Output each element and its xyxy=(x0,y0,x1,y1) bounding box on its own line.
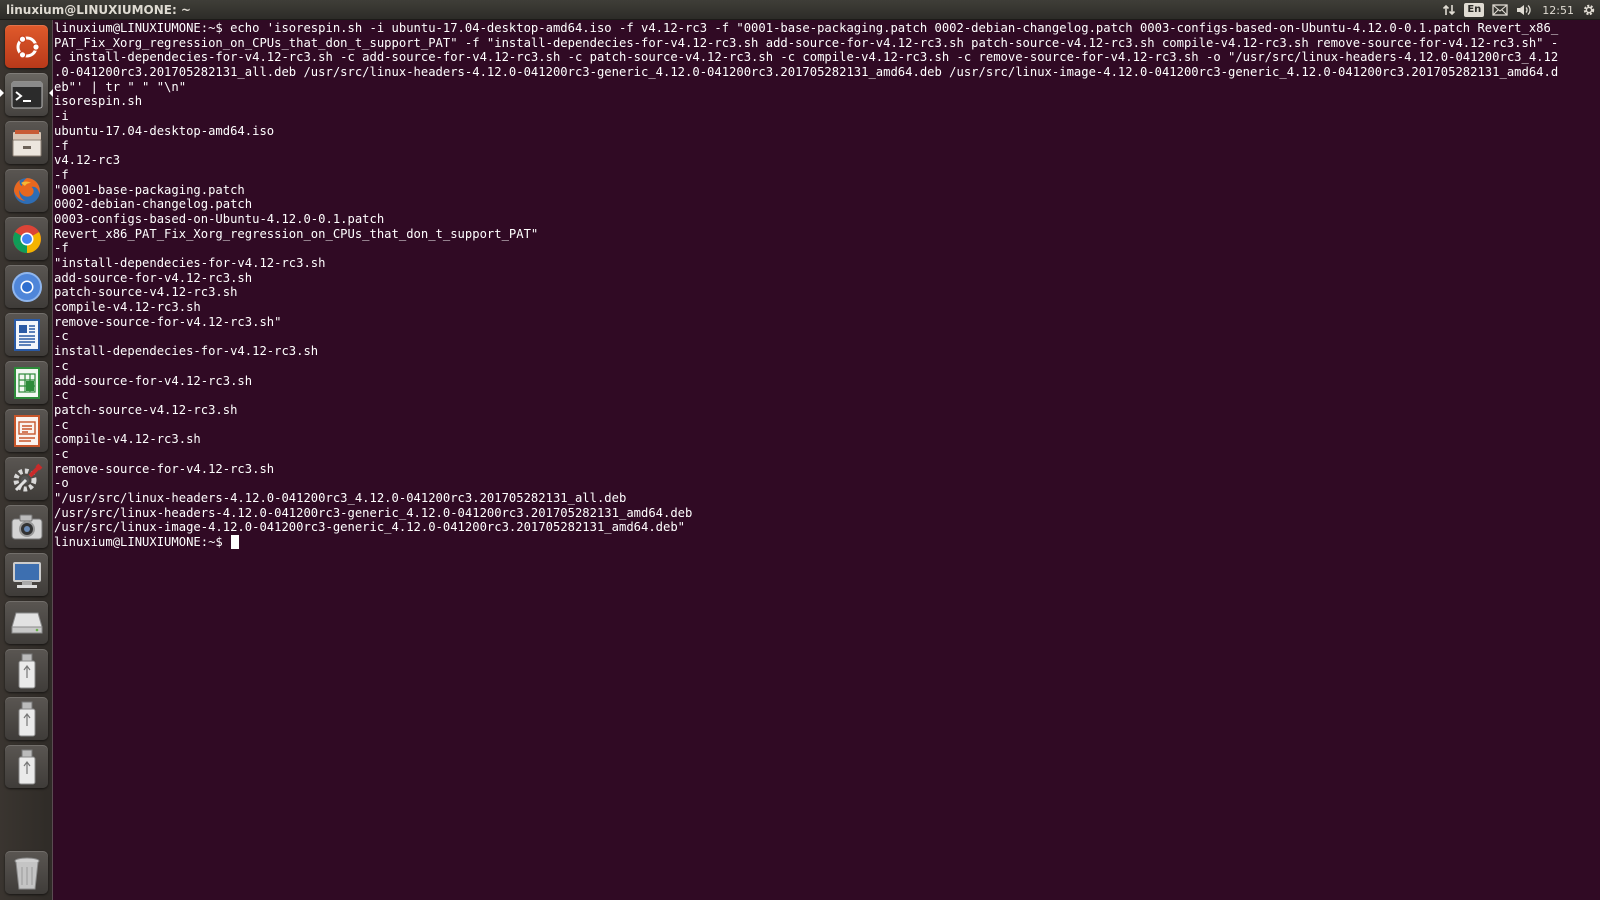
window-title: linuxium@LINUXIUMONE: ~ xyxy=(6,3,191,17)
terminal-output: linuxium@LINUXIUMONE:~$ echo 'isorespin.… xyxy=(54,21,1600,535)
terminal-line: PAT_Fix_Xorg_regression_on_CPUs_that_don… xyxy=(54,35,1559,50)
terminal-line: isorespin.sh xyxy=(54,94,143,109)
terminal-line: add-source-for-v4.12-rc3.sh xyxy=(54,270,253,285)
terminal-line: -c xyxy=(54,446,69,461)
files-launcher-button[interactable] xyxy=(5,121,48,164)
terminal-line: ubuntu-17.04-desktop-amd64.iso xyxy=(54,123,275,138)
volume-icon[interactable] xyxy=(1516,0,1532,20)
terminal-line: 0003-configs-based-on-Ubuntu-4.12.0-0.1.… xyxy=(54,211,385,226)
terminal-line: -c xyxy=(54,329,69,344)
usb-drive-launcher-button-2[interactable] xyxy=(5,697,48,740)
terminal-line: -f xyxy=(54,241,69,256)
terminal-line: v4.12-rc3 xyxy=(54,153,121,168)
terminal-line: "install-dependecies-for-v4.12-rc3.sh xyxy=(54,256,326,270)
terminal-line: remove-source-for-v4.12-rc3.sh" xyxy=(54,314,282,329)
terminal-line: remove-source-for-v4.12-rc3.sh xyxy=(54,461,275,476)
trash-launcher-button[interactable] xyxy=(5,851,48,894)
firefox-icon xyxy=(10,174,44,208)
terminal-line: eb"' | tr " " "\n" xyxy=(54,79,187,94)
system-settings-icon xyxy=(10,462,44,496)
mail-icon[interactable] xyxy=(1492,0,1508,20)
launcher xyxy=(0,20,53,900)
terminal-line: linuxium@LINUXIUMONE:~$ echo 'isorespin.… xyxy=(54,21,1559,35)
network-updown-icon[interactable] xyxy=(1442,0,1456,20)
usb-drive-launcher-button-1[interactable] xyxy=(5,649,48,692)
camera-icon xyxy=(10,512,44,542)
active-window-indicator xyxy=(0,89,4,97)
terminal-line: .0-041200rc3.201705282131_all.deb /usr/s… xyxy=(54,65,1559,80)
terminal-line: "/usr/src/linux-headers-4.12.0-041200rc3… xyxy=(54,491,627,505)
terminal-line: compile-v4.12-rc3.sh xyxy=(54,300,201,315)
remote-desktop-icon xyxy=(10,559,44,591)
terminal-line: patch-source-v4.12-rc3.sh xyxy=(54,285,238,300)
terminal-line: -f xyxy=(54,138,69,153)
drive-icon xyxy=(10,610,44,636)
terminal-line: patch-source-v4.12-rc3.sh xyxy=(54,402,238,417)
writer-launcher-button[interactable] xyxy=(5,313,48,356)
firefox-launcher-button[interactable] xyxy=(5,169,48,212)
terminal-window[interactable]: linuxium@LINUXIUMONE:~$ echo 'isorespin.… xyxy=(54,21,1600,900)
terminal-line: "0001-base-packaging.patch xyxy=(54,182,245,197)
language-indicator: En xyxy=(1464,3,1485,17)
terminal-line: -c xyxy=(54,417,69,432)
calc-launcher-button[interactable] xyxy=(5,361,48,404)
terminal-line: -c xyxy=(54,388,69,403)
usb-drive-icon xyxy=(16,701,38,737)
chromium-launcher-button[interactable] xyxy=(5,265,48,308)
terminal-launcher-button[interactable] xyxy=(5,73,48,116)
chromium-icon xyxy=(10,270,44,304)
system-settings-launcher-button[interactable] xyxy=(5,457,48,500)
calc-icon xyxy=(12,366,42,400)
terminal-prompt: linuxium@LINUXIUMONE:~$ xyxy=(54,535,231,550)
terminal-line: Revert_x86_PAT_Fix_Xorg_regression_on_CP… xyxy=(54,226,539,241)
chrome-launcher-button[interactable] xyxy=(5,217,48,260)
keyboard-layout-icon[interactable]: En xyxy=(1464,0,1485,20)
files-icon xyxy=(11,128,43,158)
writer-icon xyxy=(12,318,42,352)
ubuntu-dash-button[interactable] xyxy=(5,25,48,68)
terminal-line: c install-dependecies-for-v4.12-rc3.sh -… xyxy=(54,50,1559,65)
gear-icon[interactable] xyxy=(1582,0,1596,20)
remote-desktop-launcher-button[interactable] xyxy=(5,553,48,596)
trash-icon xyxy=(12,855,42,891)
clock[interactable]: 12:51 xyxy=(1542,0,1574,20)
usb-drive-icon xyxy=(16,749,38,785)
top-panel: linuxium@LINUXIUMONE: ~ En 12:51 xyxy=(0,0,1600,20)
focused-window-indicator xyxy=(49,89,53,97)
terminal-line: compile-v4.12-rc3.sh xyxy=(54,432,201,447)
ubuntu-dash-icon xyxy=(12,32,42,62)
terminal-line: 0002-debian-changelog.patch xyxy=(54,197,253,212)
terminal-icon xyxy=(11,81,43,109)
camera-launcher-button[interactable] xyxy=(5,505,48,548)
chrome-icon xyxy=(10,222,44,256)
terminal-line: -o xyxy=(54,476,69,491)
terminal-prompt-line[interactable]: linuxium@LINUXIUMONE:~$ xyxy=(54,535,1600,550)
usb-drive-launcher-button-3[interactable] xyxy=(5,745,48,788)
terminal-line: -i xyxy=(54,109,69,124)
impress-icon xyxy=(12,414,42,448)
terminal-line: /usr/src/linux-image-4.12.0-041200rc3-ge… xyxy=(54,520,686,535)
terminal-cursor xyxy=(231,535,240,550)
terminal-line: -f xyxy=(54,167,69,182)
impress-launcher-button[interactable] xyxy=(5,409,48,452)
indicator-area: En 12:51 xyxy=(1434,0,1596,20)
usb-drive-icon xyxy=(16,653,38,689)
terminal-line: -c xyxy=(54,358,69,373)
terminal-line: install-dependecies-for-v4.12-rc3.sh xyxy=(54,344,319,359)
terminal-line: add-source-for-v4.12-rc3.sh xyxy=(54,373,253,388)
drive-launcher-button[interactable] xyxy=(5,601,48,644)
terminal-line: /usr/src/linux-headers-4.12.0-041200rc3-… xyxy=(54,505,693,520)
